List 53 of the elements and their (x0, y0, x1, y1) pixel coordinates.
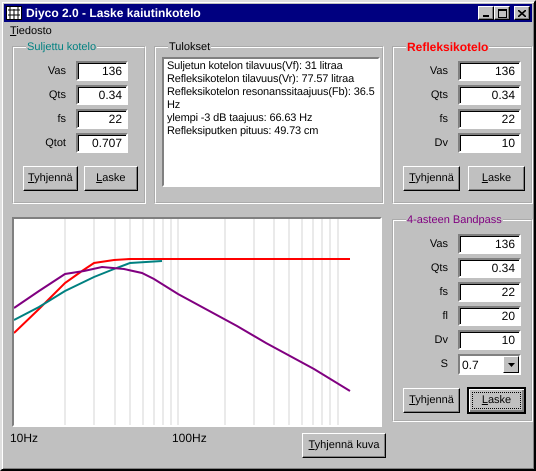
result-line: Refleksiputken pituus: 49.73 cm (167, 125, 320, 138)
input-field[interactable]: 22 (458, 109, 521, 129)
field-label: Vas (428, 64, 448, 79)
input-field[interactable]: 136 (458, 234, 521, 254)
input-field[interactable]: 22 (76, 109, 128, 129)
field-label: fs (56, 112, 66, 127)
menu-item[interactable]: Tiedosto (10, 22, 52, 40)
result-line: Suljetun kotelon tilavuus(Vf): 31 litraa (167, 60, 344, 73)
button[interactable]: Tyhjennä (403, 166, 460, 191)
input-field[interactable]: 10 (458, 330, 521, 350)
button[interactable]: Laske (468, 388, 525, 413)
field-label: Qtot (44, 136, 66, 151)
axis-label: 10Hz (10, 430, 38, 447)
result-line: Refleksikotelon tilavuus(Vr): 77.57 litraa (167, 73, 356, 86)
field-label: Qts (48, 88, 66, 103)
field-label: Qts (430, 260, 448, 276)
result-line: ylempi -3 dB taajuus: 66.63 Hz (167, 112, 314, 125)
field-label: Vas (46, 64, 66, 79)
app-icon (6, 6, 22, 20)
maximize-button[interactable] (494, 6, 510, 20)
button[interactable]: Laske (84, 166, 138, 191)
field-label: Vas (428, 236, 448, 252)
button[interactable]: Laske (468, 166, 525, 191)
field-label: S (440, 357, 448, 372)
field-label: Dv (434, 136, 448, 151)
axis-label: 100Hz (172, 430, 207, 447)
group-title: Suljettu kotelo (26, 41, 98, 53)
close-icon (518, 10, 526, 16)
input-field[interactable]: 136 (76, 61, 128, 81)
button[interactable]: Tyhjennä kuva (302, 433, 386, 458)
dropdown[interactable]: 0.7 (458, 354, 521, 375)
group-title: 4-asteen Bandpass (406, 214, 503, 226)
maximize-icon (498, 8, 506, 18)
input-field[interactable]: 0.34 (76, 85, 128, 105)
window-title: Diyco 2.0 - Laske kaiutinkotelo (26, 5, 201, 22)
minimize-button[interactable] (478, 6, 494, 20)
input-field[interactable]: 0.34 (458, 85, 521, 105)
field-label: fs (438, 284, 448, 300)
input-field[interactable]: 20 (458, 306, 521, 326)
field-label: Qts (430, 88, 448, 103)
field-label: fs (438, 112, 448, 127)
button[interactable]: Tyhjennä (403, 388, 460, 413)
field-label: Dv (434, 332, 448, 348)
input-field[interactable]: 10 (458, 133, 521, 153)
button[interactable]: Tyhjennä (23, 166, 78, 191)
close-button[interactable] (514, 6, 530, 20)
group-title: Refleksikotelo (406, 41, 490, 53)
input-field[interactable]: 0.707 (76, 133, 128, 153)
input-field[interactable]: 22 (458, 282, 521, 302)
input-field[interactable]: 136 (458, 61, 521, 81)
input-field[interactable]: 0.34 (458, 258, 521, 278)
group-title: Tulokset (168, 41, 212, 53)
field-label: fl (442, 308, 448, 324)
